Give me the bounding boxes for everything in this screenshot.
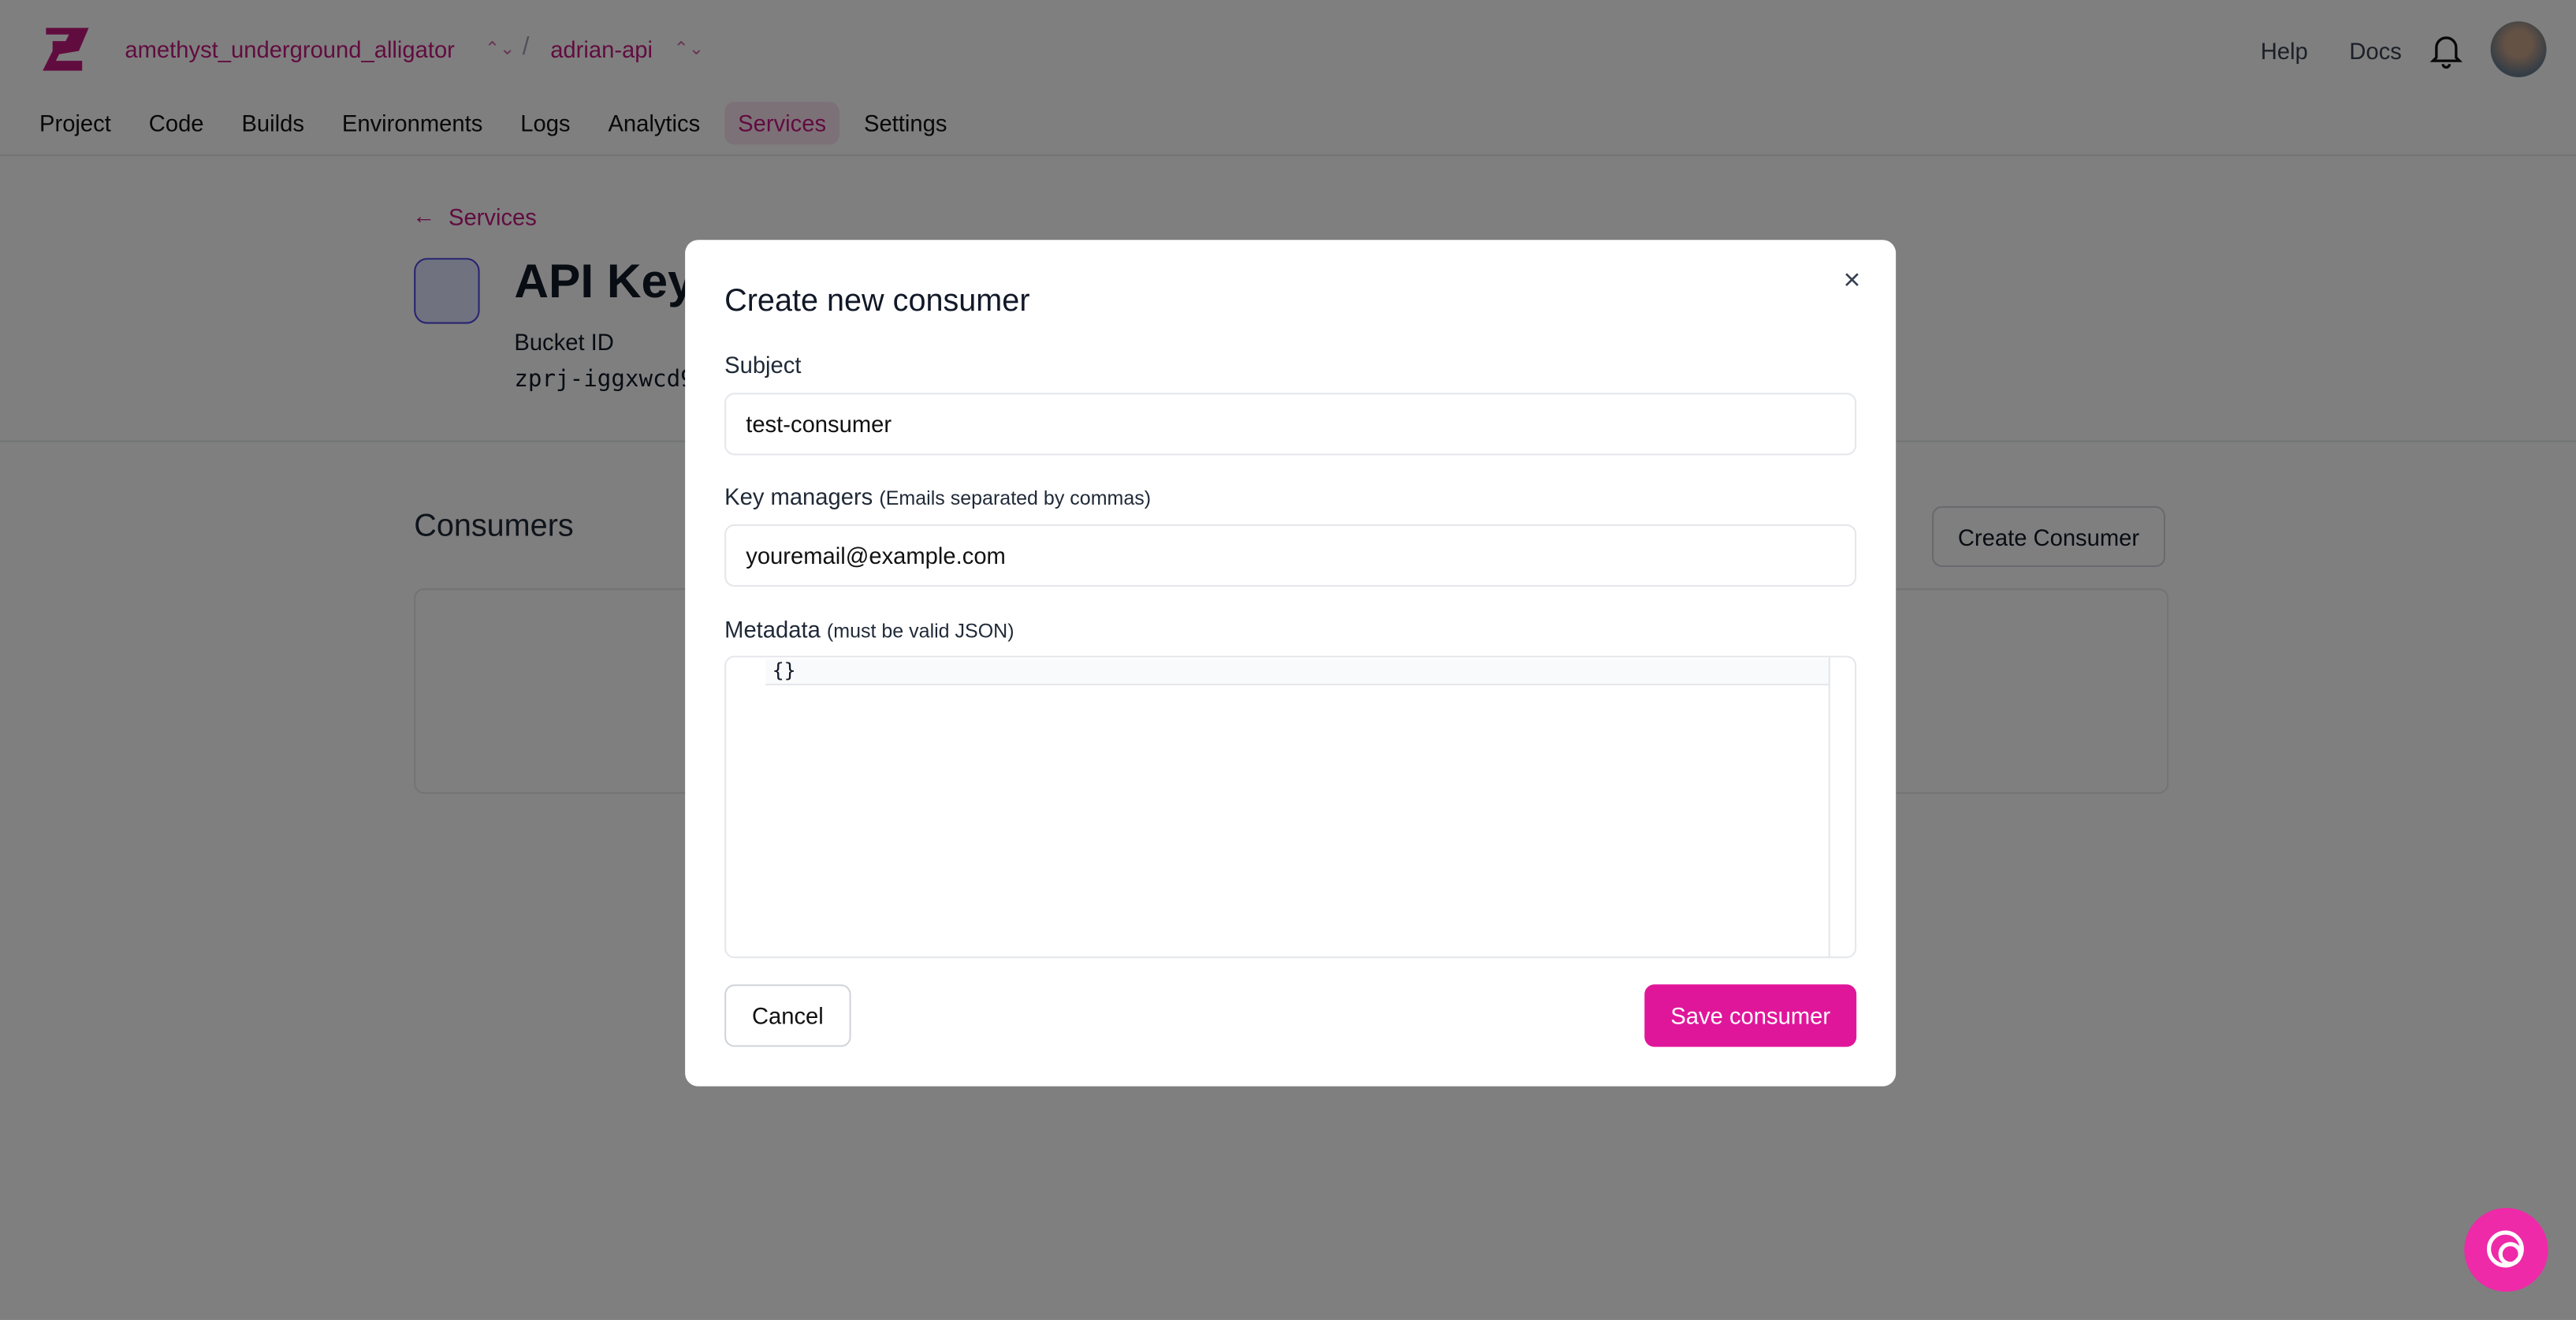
metadata-hint: (must be valid JSON) — [826, 619, 1014, 643]
save-consumer-button[interactable]: Save consumer — [1644, 984, 1857, 1047]
subject-label: Subject — [724, 352, 802, 378]
create-consumer-dialog: Create new consumer × Subject test-consu… — [685, 240, 1897, 1087]
metadata-code[interactable]: {} — [772, 659, 796, 682]
close-icon[interactable]: × — [1843, 263, 1860, 297]
key-managers-label-text: Key managers — [724, 483, 873, 510]
chat-support-button[interactable] — [2464, 1207, 2548, 1292]
metadata-editor[interactable]: {} — [724, 655, 1857, 959]
chat-bubble-icon — [2485, 1229, 2523, 1267]
cancel-button[interactable]: Cancel — [724, 984, 851, 1047]
metadata-label: Metadata (must be valid JSON) — [724, 617, 1014, 643]
active-line-highlight — [765, 658, 1830, 686]
dialog-title: Create new consumer — [724, 284, 1030, 319]
key-managers-hint: (Emails separated by commas) — [879, 486, 1152, 510]
metadata-label-text: Metadata — [724, 616, 821, 643]
key-managers-input[interactable]: youremail@example.com — [724, 524, 1857, 587]
key-managers-label: Key managers (Emails separated by commas… — [724, 483, 1151, 509]
editor-scrollbar[interactable] — [1828, 657, 1830, 957]
subject-input[interactable]: test-consumer — [724, 393, 1857, 456]
